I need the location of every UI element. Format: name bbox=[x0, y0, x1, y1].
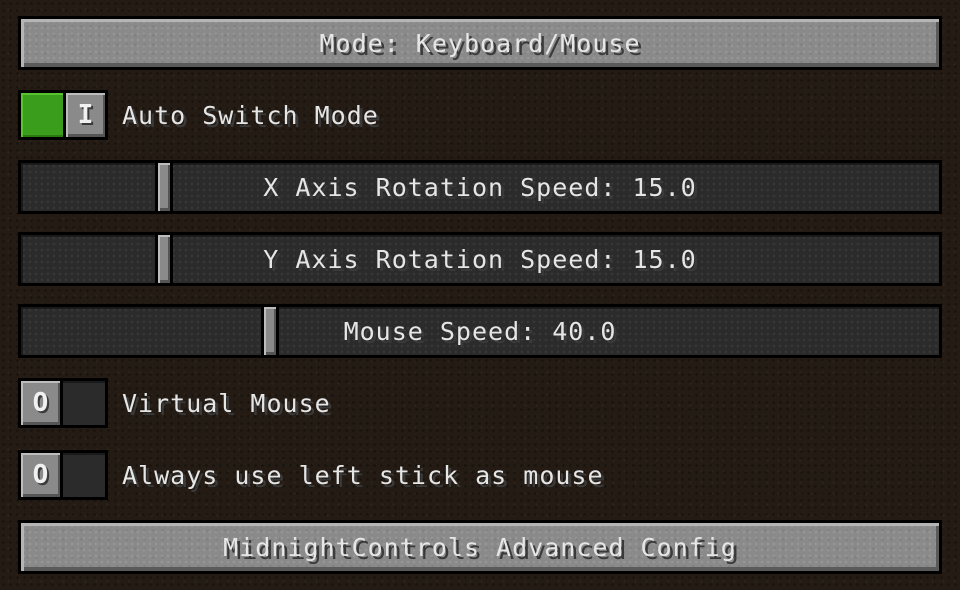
left-stick-mouse-label: Always use left stick as mouse bbox=[122, 460, 604, 490]
x-axis-rotation-slider[interactable]: X Axis Rotation Speed: 15.0 bbox=[18, 160, 942, 214]
advanced-config-button[interactable]: MidnightControls Advanced Config bbox=[18, 520, 942, 574]
y-axis-rotation-label: Y Axis Rotation Speed: 15.0 bbox=[263, 244, 697, 274]
virtual-mouse-toggle[interactable]: O bbox=[18, 378, 108, 428]
slider-handle[interactable] bbox=[155, 232, 173, 286]
auto-switch-toggle[interactable]: I bbox=[18, 90, 108, 140]
virtual-mouse-row: O Virtual Mouse bbox=[18, 378, 331, 428]
virtual-mouse-label: Virtual Mouse bbox=[122, 388, 331, 418]
slider-handle[interactable] bbox=[155, 160, 173, 214]
mouse-speed-label: Mouse Speed: 40.0 bbox=[343, 316, 617, 346]
mouse-speed-slider[interactable]: Mouse Speed: 40.0 bbox=[18, 304, 942, 358]
mode-button[interactable]: Mode: Keyboard/Mouse bbox=[18, 16, 942, 70]
auto-switch-label: Auto Switch Mode bbox=[122, 100, 379, 130]
mode-button-label: Mode: Keyboard/Mouse bbox=[319, 28, 641, 58]
slider-handle[interactable] bbox=[261, 304, 279, 358]
auto-switch-row: I Auto Switch Mode bbox=[18, 90, 379, 140]
x-axis-rotation-label: X Axis Rotation Speed: 15.0 bbox=[263, 172, 697, 202]
toggle-off-glyph: O bbox=[32, 460, 49, 490]
advanced-config-label: MidnightControls Advanced Config bbox=[223, 532, 737, 562]
toggle-knob: O bbox=[21, 453, 63, 497]
toggle-knob: I bbox=[63, 93, 105, 137]
toggle-off-glyph: O bbox=[32, 388, 49, 418]
y-axis-rotation-slider[interactable]: Y Axis Rotation Speed: 15.0 bbox=[18, 232, 942, 286]
left-stick-mouse-toggle[interactable]: O bbox=[18, 450, 108, 500]
toggle-knob: O bbox=[21, 381, 63, 425]
left-stick-mouse-row: O Always use left stick as mouse bbox=[18, 450, 604, 500]
toggle-on-glyph: I bbox=[77, 100, 94, 130]
